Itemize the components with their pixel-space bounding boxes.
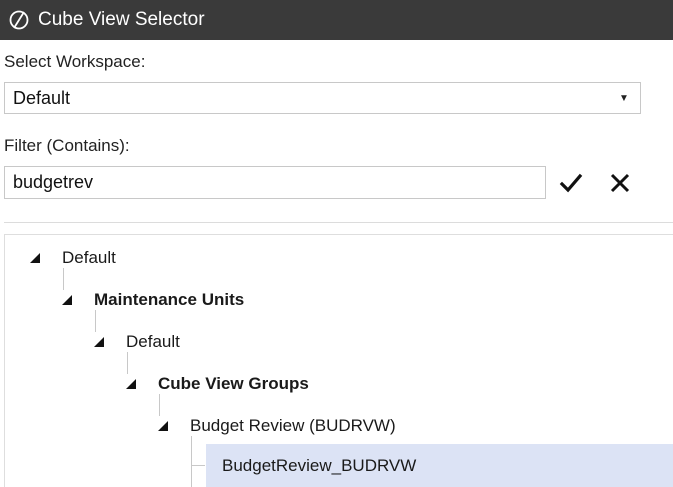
tree-connector [95,310,96,332]
workspace-selected-value: Default [13,87,71,108]
apply-filter-button[interactable] [557,168,585,198]
cube-view-selector-dialog: Cube View Selector Select Workspace: Def… [0,0,673,487]
tree-node-default-unit[interactable]: Default [94,330,180,354]
close-icon [610,173,630,193]
expanded-triangle-icon[interactable] [158,420,170,432]
tree-node-default[interactable]: Default [30,246,116,270]
app-logo-icon [6,7,32,33]
workspace-label: Select Workspace: [4,52,146,71]
tree-node-label: Maintenance Units [94,290,245,309]
tree-node-budgetreview-cube-view[interactable]: BudgetReview_BUDRVW [210,454,416,478]
tree-node-label: BudgetReview_BUDRVW [222,456,417,475]
tree-connector [191,465,205,466]
dialog-title: Cube View Selector [38,9,205,30]
expanded-triangle-icon[interactable] [30,252,42,264]
expanded-triangle-icon[interactable] [126,378,138,390]
expanded-triangle-icon[interactable] [94,336,106,348]
section-divider [4,222,673,223]
tree-connector [127,352,128,374]
tree-connector [191,436,192,487]
expanded-triangle-icon[interactable] [62,294,74,306]
tree-node-label: Budget Review (BUDRVW) [190,416,396,435]
workspace-select[interactable]: Default ▼ [4,82,641,114]
filter-label: Filter (Contains): [4,136,130,155]
tree-node-label: Default [126,332,180,351]
clear-filter-button[interactable] [606,168,634,198]
filter-input[interactable]: budgetrev [4,166,546,199]
tree-connector [63,268,64,290]
tree-node-budget-review-group[interactable]: Budget Review (BUDRVW) [158,414,396,438]
checkmark-icon [559,173,583,193]
tree-node-cube-view-groups[interactable]: Cube View Groups [126,372,309,396]
caret-down-icon[interactable]: ▼ [614,93,634,104]
tree-node-maintenance-units[interactable]: Maintenance Units [62,288,244,312]
tree-node-label: Cube View Groups [158,374,309,393]
title-bar: Cube View Selector [0,0,673,40]
tree-node-label: Default [62,248,116,267]
tree-connector [159,394,160,416]
